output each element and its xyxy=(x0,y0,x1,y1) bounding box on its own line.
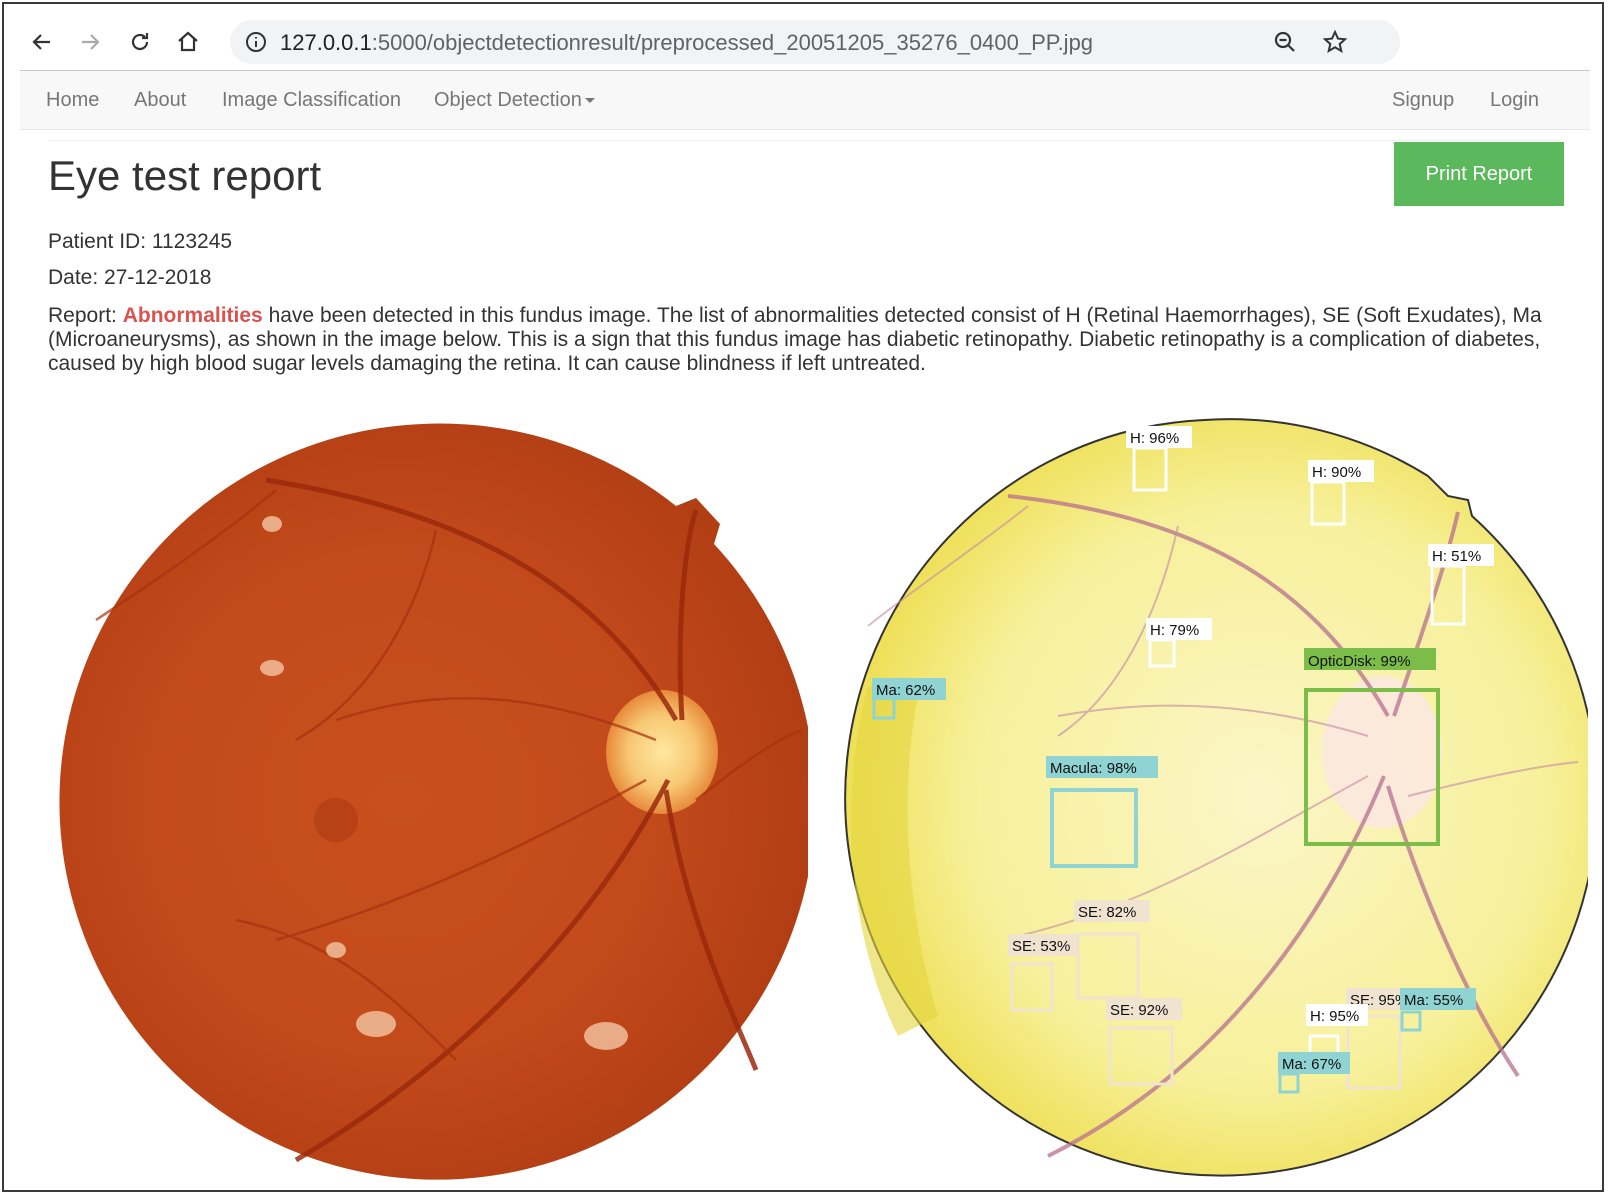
det-label-se92: SE: 92% xyxy=(1110,1002,1168,1019)
url-path: :5000/objectdetectionresult/preprocessed… xyxy=(371,30,1094,55)
report-body: have been detected in this fundus image.… xyxy=(48,304,1542,375)
nav-login[interactable]: Login xyxy=(1490,89,1539,112)
info-icon[interactable] xyxy=(244,30,268,54)
nav-signup[interactable]: Signup xyxy=(1392,89,1454,112)
home-icon[interactable] xyxy=(170,24,206,60)
print-report-button[interactable]: Print Report xyxy=(1394,142,1564,206)
det-label-h51: H: 51% xyxy=(1432,548,1481,565)
bookmark-star-icon[interactable] xyxy=(1322,29,1348,55)
det-label-ma55: Ma: 55% xyxy=(1404,992,1463,1009)
chevron-down-icon xyxy=(584,98,595,104)
url-text[interactable]: 127.0.0.1:5000/objectdetectionresult/pre… xyxy=(280,30,1093,56)
navbar: Home About Image Classification Object D… xyxy=(20,71,1590,130)
url-host: 127.0.0.1 xyxy=(280,30,372,55)
det-label-opticdisk: OpticDisk: 99% xyxy=(1308,653,1411,670)
patient-id: Patient ID: 1123245 xyxy=(48,230,233,253)
nav-home[interactable]: Home xyxy=(46,89,99,112)
report-date: Date: 27-12-2018 xyxy=(48,266,212,289)
back-icon[interactable] xyxy=(24,24,60,60)
det-label-macula: Macula: 98% xyxy=(1050,760,1137,777)
nav-object-detection-dropdown[interactable]: Object Detection xyxy=(434,89,595,112)
det-label-h96: H: 96% xyxy=(1130,430,1179,447)
det-label-h90: H: 90% xyxy=(1312,464,1361,481)
det-label-ma62: Ma: 62% xyxy=(876,682,935,699)
original-fundus-image xyxy=(59,423,808,1180)
report-text: Report: Abnormalities have been detected… xyxy=(48,304,1568,376)
report-prefix: Report: xyxy=(48,304,123,327)
det-label-se53: SE: 53% xyxy=(1012,938,1070,955)
nav-object-detection-label: Object Detection xyxy=(434,89,582,111)
det-label-ma67: Ma: 67% xyxy=(1282,1056,1341,1073)
browser-toolbar: 127.0.0.1:5000/objectdetectionresult/pre… xyxy=(20,14,1590,70)
detection-result-image: H: 96% H: 90% H: 51% H: 79% OpticDisk: 9… xyxy=(844,418,1588,1177)
det-label-h95: H: 95% xyxy=(1310,1008,1359,1025)
reload-icon[interactable] xyxy=(122,24,158,60)
nav-about[interactable]: About xyxy=(134,89,186,112)
forward-icon[interactable] xyxy=(72,24,108,60)
nav-image-classification[interactable]: Image Classification xyxy=(222,89,401,112)
zoom-out-icon[interactable] xyxy=(1272,29,1298,55)
det-label-se82: SE: 82% xyxy=(1078,904,1136,921)
address-bar[interactable]: 127.0.0.1:5000/objectdetectionresult/pre… xyxy=(230,20,1400,64)
content-divider xyxy=(48,140,1560,141)
abnormalities-highlight: Abnormalities xyxy=(122,304,263,327)
page-title: Eye test report xyxy=(48,152,322,199)
det-label-h79: H: 79% xyxy=(1150,622,1199,639)
